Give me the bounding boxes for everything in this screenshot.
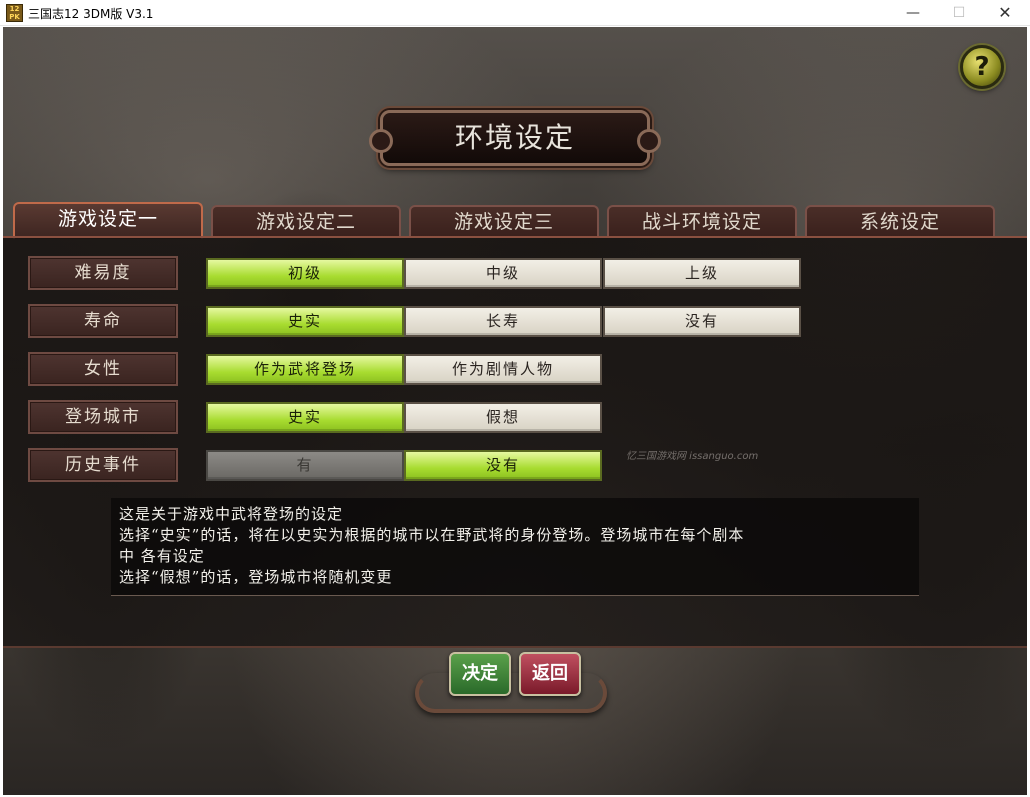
historical-events-option-off[interactable]: 没有 bbox=[404, 450, 602, 481]
tab-system-settings[interactable]: 系统设定 bbox=[805, 205, 995, 237]
tab-game-settings-1[interactable]: 游戏设定一 bbox=[13, 202, 203, 239]
appearance-city-label: 登场城市 bbox=[28, 400, 178, 434]
description-box: 这是关于游戏中武将登场的设定 选择“史实”的话，将在以史实为根据的城市以在野武将… bbox=[111, 498, 919, 596]
historical-events-label: 历史事件 bbox=[28, 448, 178, 482]
difficulty-option-hard[interactable]: 上级 bbox=[603, 258, 801, 289]
minimize-button[interactable]: — bbox=[890, 0, 936, 26]
confirm-button[interactable]: 决定 bbox=[449, 652, 511, 696]
lifespan-label: 寿命 bbox=[28, 304, 178, 338]
back-button[interactable]: 返回 bbox=[519, 652, 581, 696]
female-label: 女性 bbox=[28, 352, 178, 386]
window-title: 三国志12 3DM版 V3.1 bbox=[28, 7, 154, 21]
difficulty-option-easy[interactable]: 初级 bbox=[206, 258, 404, 289]
description-line: 选择“假想”的话，登场城市将随机变更 bbox=[119, 568, 393, 586]
close-button[interactable]: ✕ bbox=[982, 0, 1028, 26]
description-line: 选择“史实”的话，将在以史实为根据的城市以在野武将的身份登场。登场城市在每个剧本 bbox=[119, 526, 745, 544]
lifespan-option-long[interactable]: 长寿 bbox=[404, 306, 602, 337]
lifespan-option-none[interactable]: 没有 bbox=[603, 306, 801, 337]
description-line: 中 各有设定 bbox=[119, 547, 205, 565]
title-plaque: 环境设定 bbox=[369, 110, 661, 166]
historical-events-option-on[interactable]: 有 bbox=[206, 450, 404, 481]
tab-game-settings-3[interactable]: 游戏设定三 bbox=[409, 205, 599, 237]
watermark: 忆三国游戏网 issanguo.com bbox=[626, 451, 759, 462]
difficulty-label: 难易度 bbox=[28, 256, 178, 290]
game-viewport: ? 环境设定 游戏设定一 游戏设定二 游戏设定三 战斗环境设定 系统设定 难易度… bbox=[3, 27, 1027, 795]
tab-battle-settings[interactable]: 战斗环境设定 bbox=[607, 205, 797, 237]
app-icon: 12 PK bbox=[6, 4, 23, 22]
difficulty-option-medium[interactable]: 中级 bbox=[404, 258, 602, 289]
page-title: 环境设定 bbox=[454, 121, 575, 154]
tab-game-settings-2[interactable]: 游戏设定二 bbox=[211, 205, 401, 237]
appearance-city-option-fictional[interactable]: 假想 bbox=[404, 402, 602, 433]
description-line: 这是关于游戏中武将登场的设定 bbox=[119, 505, 344, 523]
help-button[interactable]: ? bbox=[960, 45, 1004, 89]
female-option-general[interactable]: 作为武将登场 bbox=[206, 354, 404, 385]
window-titlebar: 12 PK 三国志12 3DM版 V3.1 — ☐ ✕ bbox=[0, 0, 1030, 26]
lifespan-option-historical[interactable]: 史实 bbox=[206, 306, 404, 337]
appearance-city-option-historical[interactable]: 史实 bbox=[206, 402, 404, 433]
maximize-button[interactable]: ☐ bbox=[936, 0, 982, 26]
female-option-story[interactable]: 作为剧情人物 bbox=[404, 354, 602, 385]
